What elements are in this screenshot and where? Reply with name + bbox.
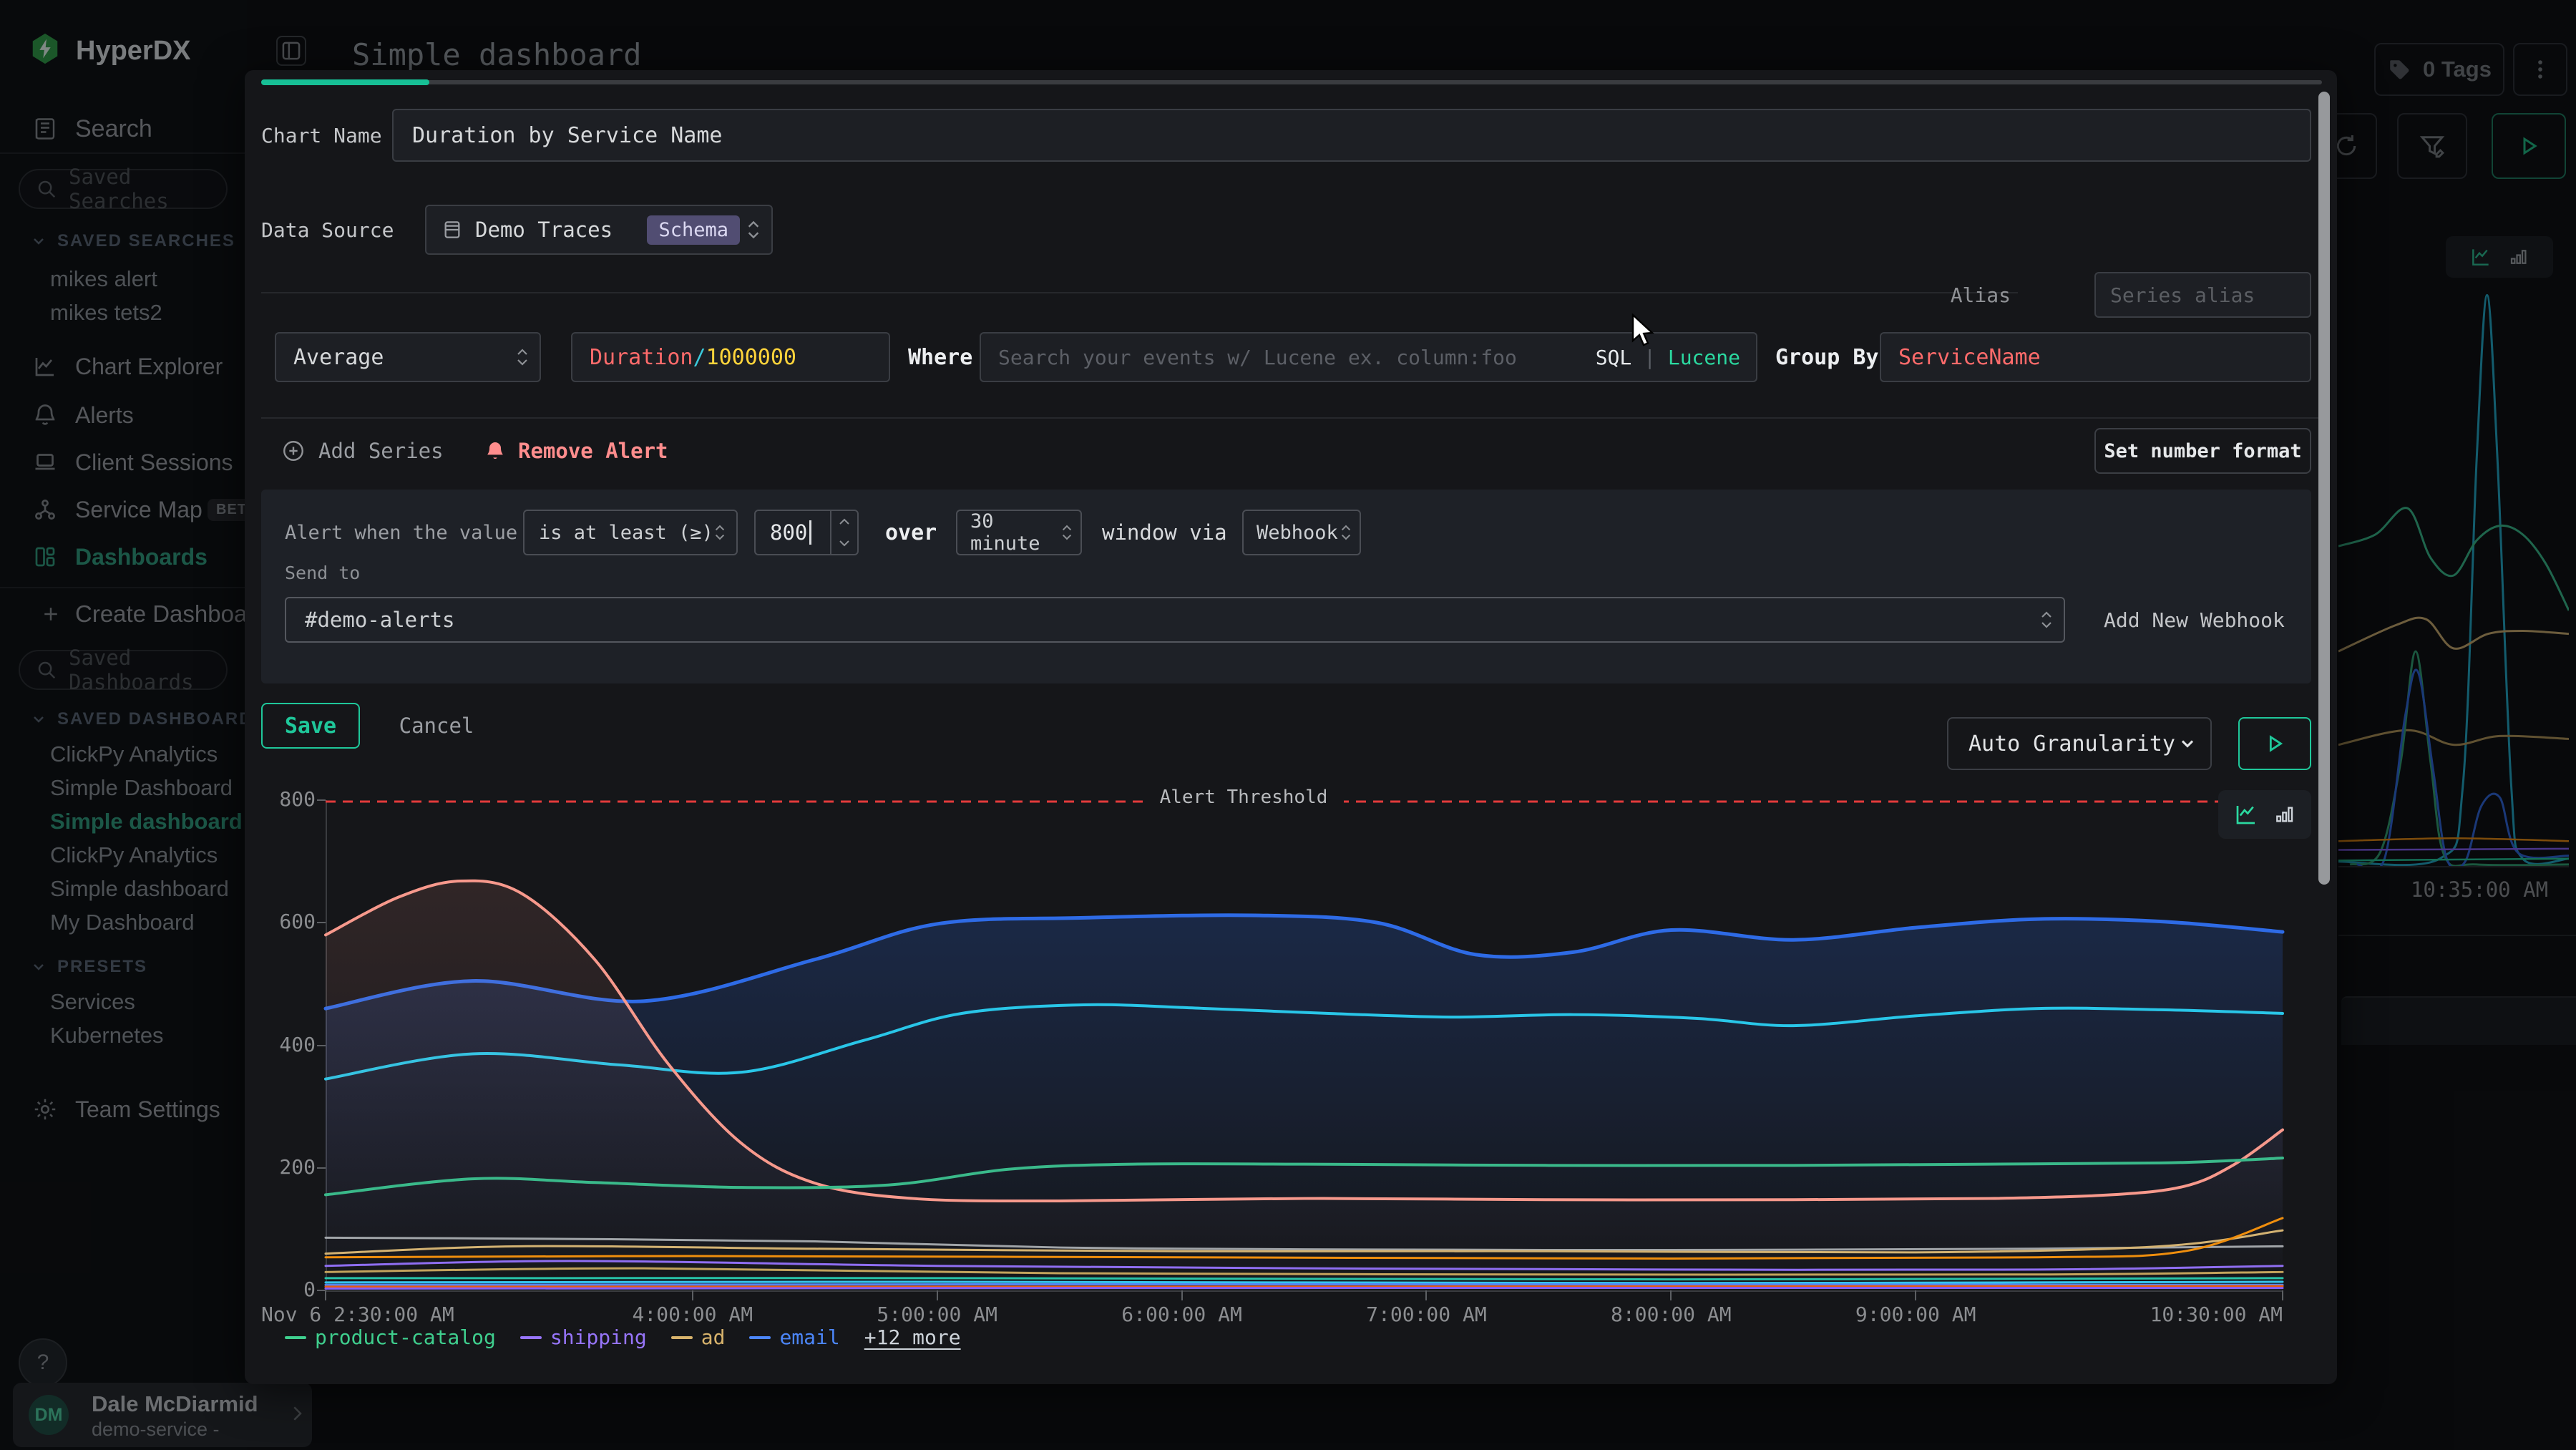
x-tick-label: 5:00:00 AM [830, 1303, 1045, 1326]
x-tick-mark [692, 1290, 693, 1300]
x-tick-mark [2282, 1290, 2283, 1300]
legend-label: +12 more [864, 1325, 961, 1349]
legend-item[interactable]: email [749, 1325, 839, 1349]
edit-chart-modal: Chart Name Duration by Service Name Data… [245, 70, 2337, 1384]
legend-label: email [779, 1325, 839, 1349]
x-tick-label: 9:00:00 AM [1808, 1303, 2023, 1326]
modal-scrollbar[interactable] [2318, 92, 2330, 885]
x-tick-mark [1670, 1290, 1672, 1300]
legend-label: ad [701, 1325, 726, 1349]
mouse-cursor [1630, 313, 1662, 348]
y-tick-label: 0 [254, 1278, 316, 1301]
y-tick-mark [317, 1167, 326, 1169]
legend-item[interactable]: product-catalog [285, 1325, 496, 1349]
y-tick-label: 200 [254, 1155, 316, 1179]
x-tick-mark [1425, 1290, 1427, 1300]
y-tick-mark [317, 799, 326, 801]
bar-chart-icon [2273, 803, 2296, 826]
x-tick-label: 7:00:00 AM [1319, 1303, 1533, 1326]
line-chart-icon [2233, 802, 2259, 827]
legend-swatch [671, 1336, 693, 1339]
x-tick-mark [1181, 1290, 1183, 1300]
chart-legend: product-catalog shipping ad email +12 more [285, 1325, 961, 1349]
legend-item[interactable]: ad [671, 1325, 726, 1349]
x-tick-mark [1915, 1290, 1916, 1300]
x-tick-label: 6:00:00 AM [1075, 1303, 1289, 1326]
y-tick-mark [317, 922, 326, 923]
legend-swatch [285, 1336, 306, 1339]
y-tick-mark [317, 1045, 326, 1046]
y-tick-label: 800 [254, 787, 316, 811]
x-axis-line [326, 1290, 2283, 1292]
legend-swatch [749, 1336, 771, 1339]
x-tick-label: Nov 6 2:30:00 AM [261, 1303, 490, 1326]
x-tick-mark [937, 1290, 938, 1300]
y-tick-label: 400 [254, 1033, 316, 1056]
legend-item[interactable]: shipping [520, 1325, 647, 1349]
legend-label: product-catalog [315, 1325, 496, 1349]
x-tick-label: 8:00:00 AM [1563, 1303, 1778, 1326]
x-tick-label: 4:00:00 AM [585, 1303, 800, 1326]
chart-type-toggle[interactable] [2218, 790, 2311, 839]
legend-item[interactable]: +12 more [864, 1325, 961, 1349]
legend-label: shipping [550, 1325, 647, 1349]
y-tick-label: 600 [254, 910, 316, 933]
legend-swatch [520, 1336, 542, 1339]
timeseries-chart[interactable] [326, 800, 2283, 1290]
alert-threshold-label: Alert Threshold [1143, 784, 1344, 810]
x-tick-mark [325, 1290, 326, 1300]
x-tick-label: 10:30:00 AM [2068, 1303, 2283, 1326]
